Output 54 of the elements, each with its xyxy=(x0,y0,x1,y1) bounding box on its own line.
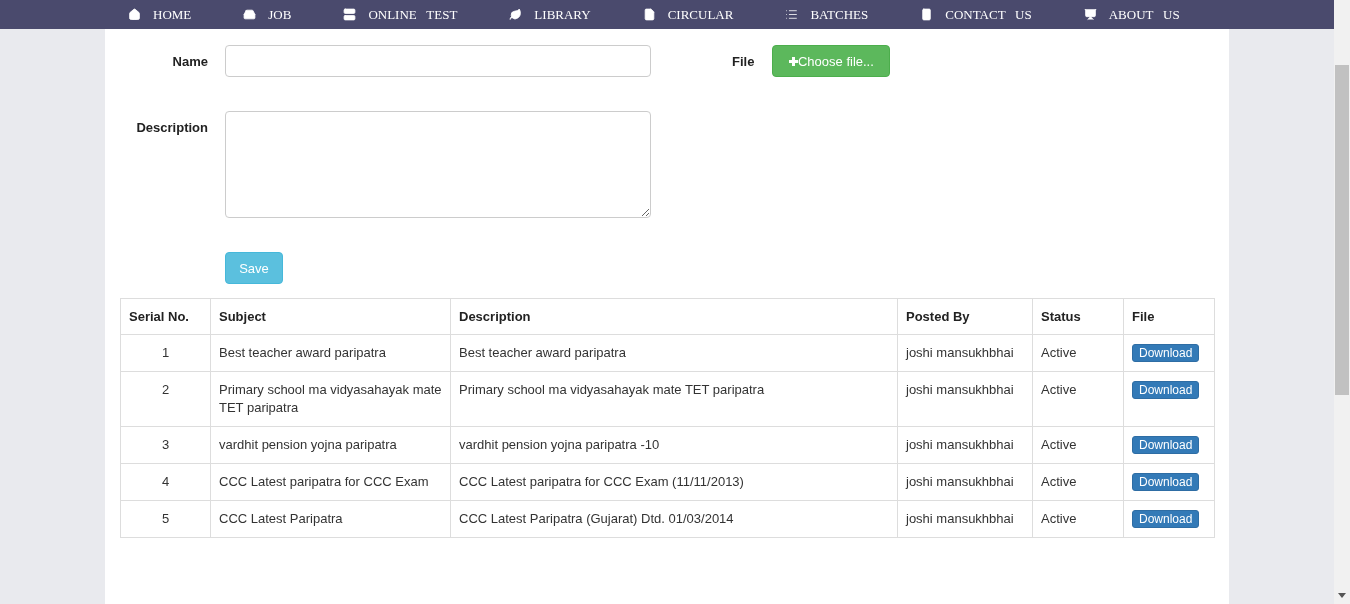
table-cell: 3 xyxy=(120,426,211,464)
table-cell: joshi mansukhbhai xyxy=(897,371,1033,427)
column-header: Subject xyxy=(210,298,451,335)
table-cell: joshi mansukhbhai xyxy=(897,334,1033,372)
download-button[interactable]: Download xyxy=(1132,436,1200,454)
column-header: Status xyxy=(1032,298,1124,335)
table-cell: 2 xyxy=(120,371,211,427)
table-cell: Active xyxy=(1032,371,1124,427)
column-header: File xyxy=(1123,298,1215,335)
table-cell: Best teacher award paripatra xyxy=(450,334,898,372)
scrollbar-thumb[interactable] xyxy=(1335,65,1349,395)
name-input[interactable] xyxy=(225,45,651,77)
table-cell: joshi mansukhbhai xyxy=(897,500,1033,538)
table-cell: Active xyxy=(1032,426,1124,464)
table-cell: Primary school ma vidyasahayak mate TET paripatra xyxy=(450,371,898,427)
nav-link[interactable]: HOME xyxy=(128,6,192,23)
table-cell: 1 xyxy=(120,334,211,372)
download-button[interactable]: Download xyxy=(1132,381,1200,399)
nav-link[interactable]: BATCHES xyxy=(785,6,869,23)
nav-link[interactable]: CONTACT US xyxy=(920,6,1032,23)
home-icon xyxy=(128,8,141,21)
column-header: Description xyxy=(450,298,898,335)
table-cell: Active xyxy=(1032,463,1124,501)
nav-link[interactable]: JOB xyxy=(243,6,292,23)
table-cell: 5 xyxy=(120,500,211,538)
plus-icon xyxy=(788,56,798,66)
table-cell: CCC Latest Paripatra xyxy=(210,500,451,538)
table-cell: vardhit pension yojna paripatra xyxy=(210,426,451,464)
column-header: Posted By xyxy=(897,298,1033,335)
download-button[interactable]: Download xyxy=(1132,473,1200,491)
table-cell: CCC Latest paripatra for CCC Exam xyxy=(210,463,451,501)
field-label: File xyxy=(732,53,755,69)
column-header: Serial No. xyxy=(120,298,211,335)
table-cell: 4 xyxy=(120,463,211,501)
scrollbar[interactable] xyxy=(1334,0,1350,604)
field-label: Name xyxy=(171,53,208,69)
nav-link[interactable]: LIBRARY xyxy=(509,6,591,23)
table-cell: joshi mansukhbhai xyxy=(897,426,1033,464)
table-cell: Active xyxy=(1032,334,1124,372)
download-button[interactable]: Download xyxy=(1132,344,1200,362)
nav-link[interactable]: ABOUT US xyxy=(1083,6,1180,23)
nav-link[interactable]: CIRCULAR xyxy=(642,6,734,23)
description-textarea[interactable] xyxy=(225,111,651,218)
nav-link[interactable]: ONLINE TEST xyxy=(343,6,458,23)
table-cell: CCC Latest Paripatra (Gujarat) Dtd. 01/03/2014 xyxy=(450,500,898,538)
scroll-down-icon[interactable] xyxy=(1338,593,1346,598)
field-label: Description xyxy=(135,119,208,135)
table-cell: joshi mansukhbhai xyxy=(897,463,1033,501)
table-cell: Primary school ma vidyasahayak mate TET paripatra xyxy=(210,371,451,427)
table-cell: vardhit pension yojna paripatra -10 xyxy=(450,426,898,464)
table-cell: Active xyxy=(1032,500,1124,538)
table-cell: Best teacher award paripatra xyxy=(210,334,451,372)
download-button[interactable]: Download xyxy=(1132,510,1200,528)
table-cell: CCC Latest paripatra for CCC Exam (11/11/2013) xyxy=(450,463,898,501)
